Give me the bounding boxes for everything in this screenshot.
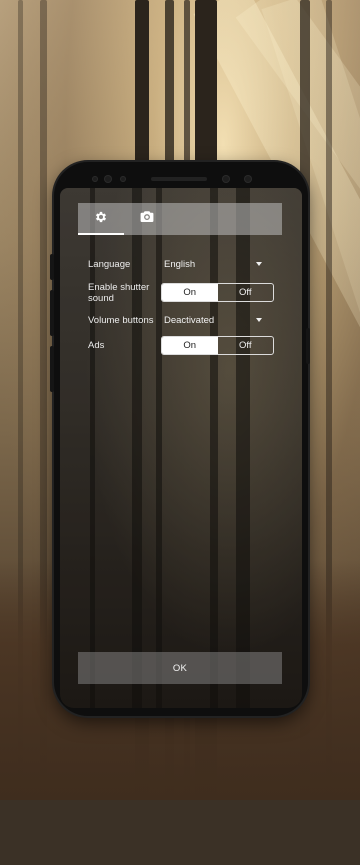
language-dropdown[interactable]: English [164, 256, 264, 272]
phone-side-button [306, 328, 310, 364]
ads-on-option[interactable]: On [162, 337, 218, 354]
front-camera [222, 175, 230, 183]
phone-side-button [50, 290, 54, 336]
phone-side-button [50, 254, 54, 280]
ok-button[interactable]: OK [78, 652, 282, 684]
phone-speaker [151, 177, 207, 181]
tab-selected-indicator [78, 233, 124, 235]
ads-off-option[interactable]: Off [218, 337, 274, 354]
gear-icon [94, 210, 108, 229]
phone-sensor [104, 175, 112, 183]
shutter-sound-label-line2: sound [88, 293, 114, 304]
shutter-sound-label: Enable shutter sound [88, 282, 149, 304]
volume-buttons-dropdown[interactable]: Deactivated [164, 312, 264, 328]
dropdown-arrow-icon [256, 318, 262, 322]
phone-sensor [120, 176, 126, 182]
phone-side-button [50, 346, 54, 392]
dropdown-arrow-icon [256, 262, 262, 266]
language-value: English [164, 259, 196, 270]
volume-buttons-label: Volume buttons [88, 315, 154, 326]
shutter-sound-label-line1: Enable shutter [88, 282, 150, 293]
ads-label: Ads [88, 340, 105, 351]
volume-buttons-value: Deactivated [164, 315, 215, 326]
phone-sensor [244, 175, 252, 183]
shutter-sound-toggle: On Off [161, 283, 274, 302]
language-label: Language [88, 259, 131, 270]
ads-toggle: On Off [161, 336, 274, 355]
tab-camera[interactable] [124, 203, 170, 235]
phone-sensor [92, 176, 98, 182]
tab-settings[interactable] [78, 203, 124, 235]
shutter-sound-off-option[interactable]: Off [218, 284, 274, 301]
camera-icon [140, 210, 154, 228]
shutter-sound-on-option[interactable]: On [162, 284, 218, 301]
